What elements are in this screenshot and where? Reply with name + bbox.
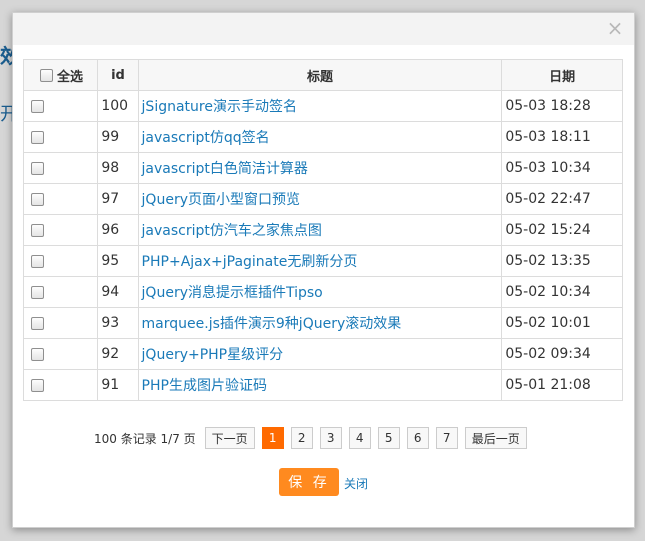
row-title-cell: jQuery+PHP星级评分 (137, 338, 503, 370)
table-row: 95 PHP+Ajax+jPaginate无刷新分页 05-02 13:35 (22, 245, 623, 277)
table-row: 98 javascript白色简洁计算器 05-03 10:34 (22, 152, 623, 184)
select-all-checkbox[interactable] (40, 68, 53, 82)
row-id: 96 (97, 214, 139, 246)
table-row: 91 PHP生成图片验证码 05-01 21:08 (22, 369, 623, 401)
page-button-2[interactable]: 2 (290, 427, 313, 449)
table-row: 100 jSignature演示手动签名 05-03 18:28 (22, 90, 623, 122)
row-date: 05-02 22:47 (501, 183, 623, 215)
row-title-cell: jSignature演示手动签名 (137, 90, 503, 122)
row-checkbox[interactable] (31, 130, 44, 144)
page-button-1[interactable]: 1 (261, 427, 284, 449)
row-title-link[interactable]: PHP+Ajax+jPaginate无刷新分页 (142, 254, 358, 270)
row-title-link[interactable]: jQuery+PHP星级评分 (142, 347, 284, 363)
close-link[interactable]: 关闭 (344, 475, 368, 492)
row-id: 98 (97, 152, 139, 184)
row-date: 05-02 09:34 (501, 338, 623, 370)
table-header-row: 全选 id 标题 日期 (22, 59, 623, 91)
row-checkbox[interactable] (31, 254, 44, 268)
table-row: 97 jQuery页面小型窗口预览 05-02 22:47 (22, 183, 623, 215)
row-checkbox[interactable] (31, 192, 44, 206)
row-checkbox-cell (22, 276, 99, 308)
row-id: 95 (97, 245, 139, 277)
row-title-link[interactable]: javascript仿汽车之家焦点图 (142, 223, 322, 239)
page-number-list: 1234567 (261, 427, 458, 449)
row-date: 05-03 10:34 (501, 152, 623, 184)
dialog-header: × (13, 13, 634, 45)
pagination: 100 条记录 1/7 页 下一页 1234567 最后一页 (94, 426, 527, 450)
row-title-link[interactable]: javascript仿qq签名 (142, 130, 270, 146)
next-page-button[interactable]: 下一页 (204, 427, 255, 449)
row-id: 93 (97, 307, 139, 339)
row-checkbox-cell (22, 307, 99, 339)
row-checkbox-cell (22, 369, 99, 401)
row-title-cell: jQuery消息提示框插件Tipso (137, 276, 503, 308)
row-checkbox[interactable] (31, 161, 44, 175)
row-checkbox-cell (22, 121, 99, 153)
row-title-cell: javascript白色简洁计算器 (137, 152, 503, 184)
row-checkbox[interactable] (31, 285, 44, 299)
row-title-cell: javascript仿qq签名 (137, 121, 503, 153)
row-title-cell: PHP生成图片验证码 (137, 369, 503, 401)
row-checkbox[interactable] (31, 99, 44, 113)
select-all-label: 全选 (57, 69, 84, 85)
row-date: 05-02 10:01 (501, 307, 623, 339)
row-date: 05-03 18:11 (501, 121, 623, 153)
table-row: 99 javascript仿qq签名 05-03 18:11 (22, 121, 623, 153)
row-id: 100 (97, 90, 139, 122)
select-dialog: × 全选 id 标题 日期 100 jSignature演示手动签名 05-03 1… (12, 12, 635, 528)
row-checkbox[interactable] (31, 223, 44, 237)
close-icon[interactable]: × (604, 17, 626, 39)
row-id: 92 (97, 338, 139, 370)
page-button-4[interactable]: 4 (348, 427, 371, 449)
table-row: 94 jQuery消息提示框插件Tipso 05-02 10:34 (22, 276, 623, 308)
header-title: 标题 (137, 59, 503, 91)
row-checkbox[interactable] (31, 378, 44, 392)
page-button-7[interactable]: 7 (435, 427, 458, 449)
row-id: 99 (97, 121, 139, 153)
row-title-link[interactable]: jQuery页面小型窗口预览 (142, 192, 300, 208)
row-title-link[interactable]: jQuery消息提示框插件Tipso (142, 285, 323, 301)
page-button-3[interactable]: 3 (319, 427, 342, 449)
row-id: 91 (97, 369, 139, 401)
row-checkbox[interactable] (31, 347, 44, 361)
row-date: 05-02 15:24 (501, 214, 623, 246)
row-title-link[interactable]: marquee.js插件演示9种jQuery滚动效果 (142, 316, 402, 332)
row-checkbox-cell (22, 214, 99, 246)
header-select-all: 全选 (22, 59, 99, 91)
row-date: 05-02 10:34 (501, 276, 623, 308)
header-date: 日期 (501, 59, 623, 91)
article-table-container: 全选 id 标题 日期 100 jSignature演示手动签名 05-03 18:… (22, 59, 623, 401)
row-title-cell: jQuery页面小型窗口预览 (137, 183, 503, 215)
last-page-button[interactable]: 最后一页 (464, 427, 527, 449)
row-title-link[interactable]: javascript白色简洁计算器 (142, 161, 308, 177)
header-id: id (97, 59, 139, 91)
row-title-cell: PHP+Ajax+jPaginate无刷新分页 (137, 245, 503, 277)
pagination-info: 100 条记录 1/7 页 (94, 431, 196, 446)
row-title-link[interactable]: jSignature演示手动签名 (142, 99, 297, 115)
table-row: 96 javascript仿汽车之家焦点图 05-02 15:24 (22, 214, 623, 246)
row-title-cell: marquee.js插件演示9种jQuery滚动效果 (137, 307, 503, 339)
row-checkbox-cell (22, 90, 99, 122)
table-row: 92 jQuery+PHP星级评分 05-02 09:34 (22, 338, 623, 370)
row-checkbox-cell (22, 338, 99, 370)
row-checkbox-cell (22, 245, 99, 277)
page-button-5[interactable]: 5 (377, 427, 400, 449)
row-checkbox[interactable] (31, 316, 44, 330)
row-id: 97 (97, 183, 139, 215)
article-table: 全选 id 标题 日期 100 jSignature演示手动签名 05-03 18:… (22, 59, 623, 401)
save-button[interactable]: 保 存 (279, 468, 339, 496)
table-row: 93 marquee.js插件演示9种jQuery滚动效果 05-02 10:01 (22, 307, 623, 339)
row-date: 05-02 13:35 (501, 245, 623, 277)
row-id: 94 (97, 276, 139, 308)
row-checkbox-cell (22, 183, 99, 215)
row-checkbox-cell (22, 152, 99, 184)
page-button-6[interactable]: 6 (406, 427, 429, 449)
row-date: 05-03 18:28 (501, 90, 623, 122)
table-body: 100 jSignature演示手动签名 05-03 18:28 99 javascri… (22, 90, 623, 401)
row-title-link[interactable]: PHP生成图片验证码 (142, 378, 267, 394)
row-date: 05-01 21:08 (501, 369, 623, 401)
row-title-cell: javascript仿汽车之家焦点图 (137, 214, 503, 246)
